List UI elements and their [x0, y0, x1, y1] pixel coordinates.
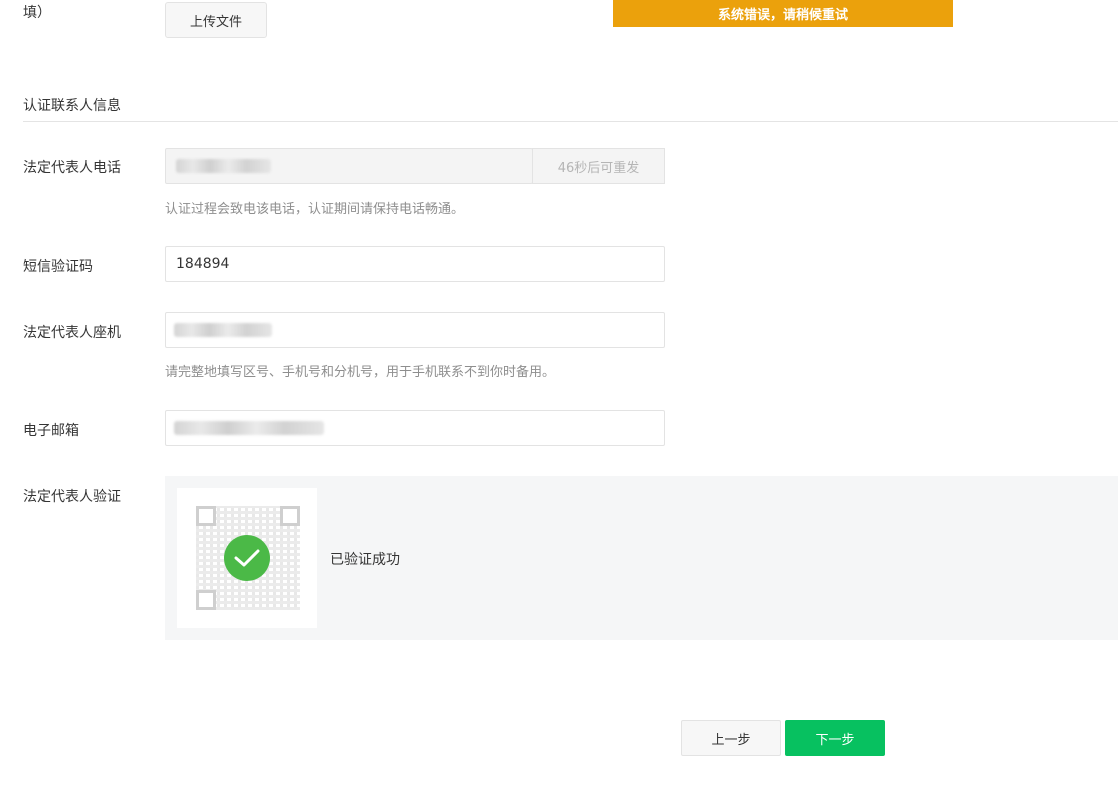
upload-file-button[interactable]: 上传文件	[165, 2, 267, 38]
prev-step-button[interactable]: 上一步	[681, 720, 781, 756]
next-step-button[interactable]: 下一步	[785, 720, 885, 756]
landline-hint: 请完整地填写区号、手机号和分机号，用于手机联系不到你时备用。	[165, 365, 556, 380]
landline-input[interactable]	[165, 312, 665, 348]
phone-input	[165, 148, 533, 184]
verify-label: 法定代表人验证	[23, 489, 121, 505]
phone-hint: 认证过程会致电该电话，认证期间请保持电话畅通。	[165, 202, 465, 217]
sms-code-input[interactable]: 184894	[165, 246, 665, 282]
phone-label: 法定代表人电话	[23, 160, 121, 176]
resend-code-button[interactable]: 46秒后可重发	[532, 148, 665, 184]
email-input[interactable]	[165, 410, 665, 446]
qr-finder-top-left	[196, 506, 216, 526]
landline-label: 法定代表人座机	[23, 325, 121, 341]
verify-status: 已验证成功	[330, 552, 400, 568]
redacted-email	[174, 421, 324, 435]
redacted-landline	[174, 323, 272, 337]
sms-code-value: 184894	[176, 256, 230, 272]
redacted-phone	[176, 159, 271, 173]
email-label: 电子邮箱	[23, 423, 79, 439]
page: 填） 上传文件 系统错误，请稍候重试 认证联系人信息 法定代表人电话 46秒后可…	[0, 0, 1118, 802]
upload-field-label-fragment: 填）	[23, 5, 51, 21]
error-toast: 系统错误，请稍候重试	[613, 0, 953, 27]
qr-finder-top-right	[280, 506, 300, 526]
qr-finder-bottom-left	[196, 590, 216, 610]
check-icon	[224, 535, 270, 581]
sms-code-label: 短信验证码	[23, 259, 93, 275]
section-divider	[23, 121, 1118, 122]
section-title: 认证联系人信息	[23, 98, 121, 114]
